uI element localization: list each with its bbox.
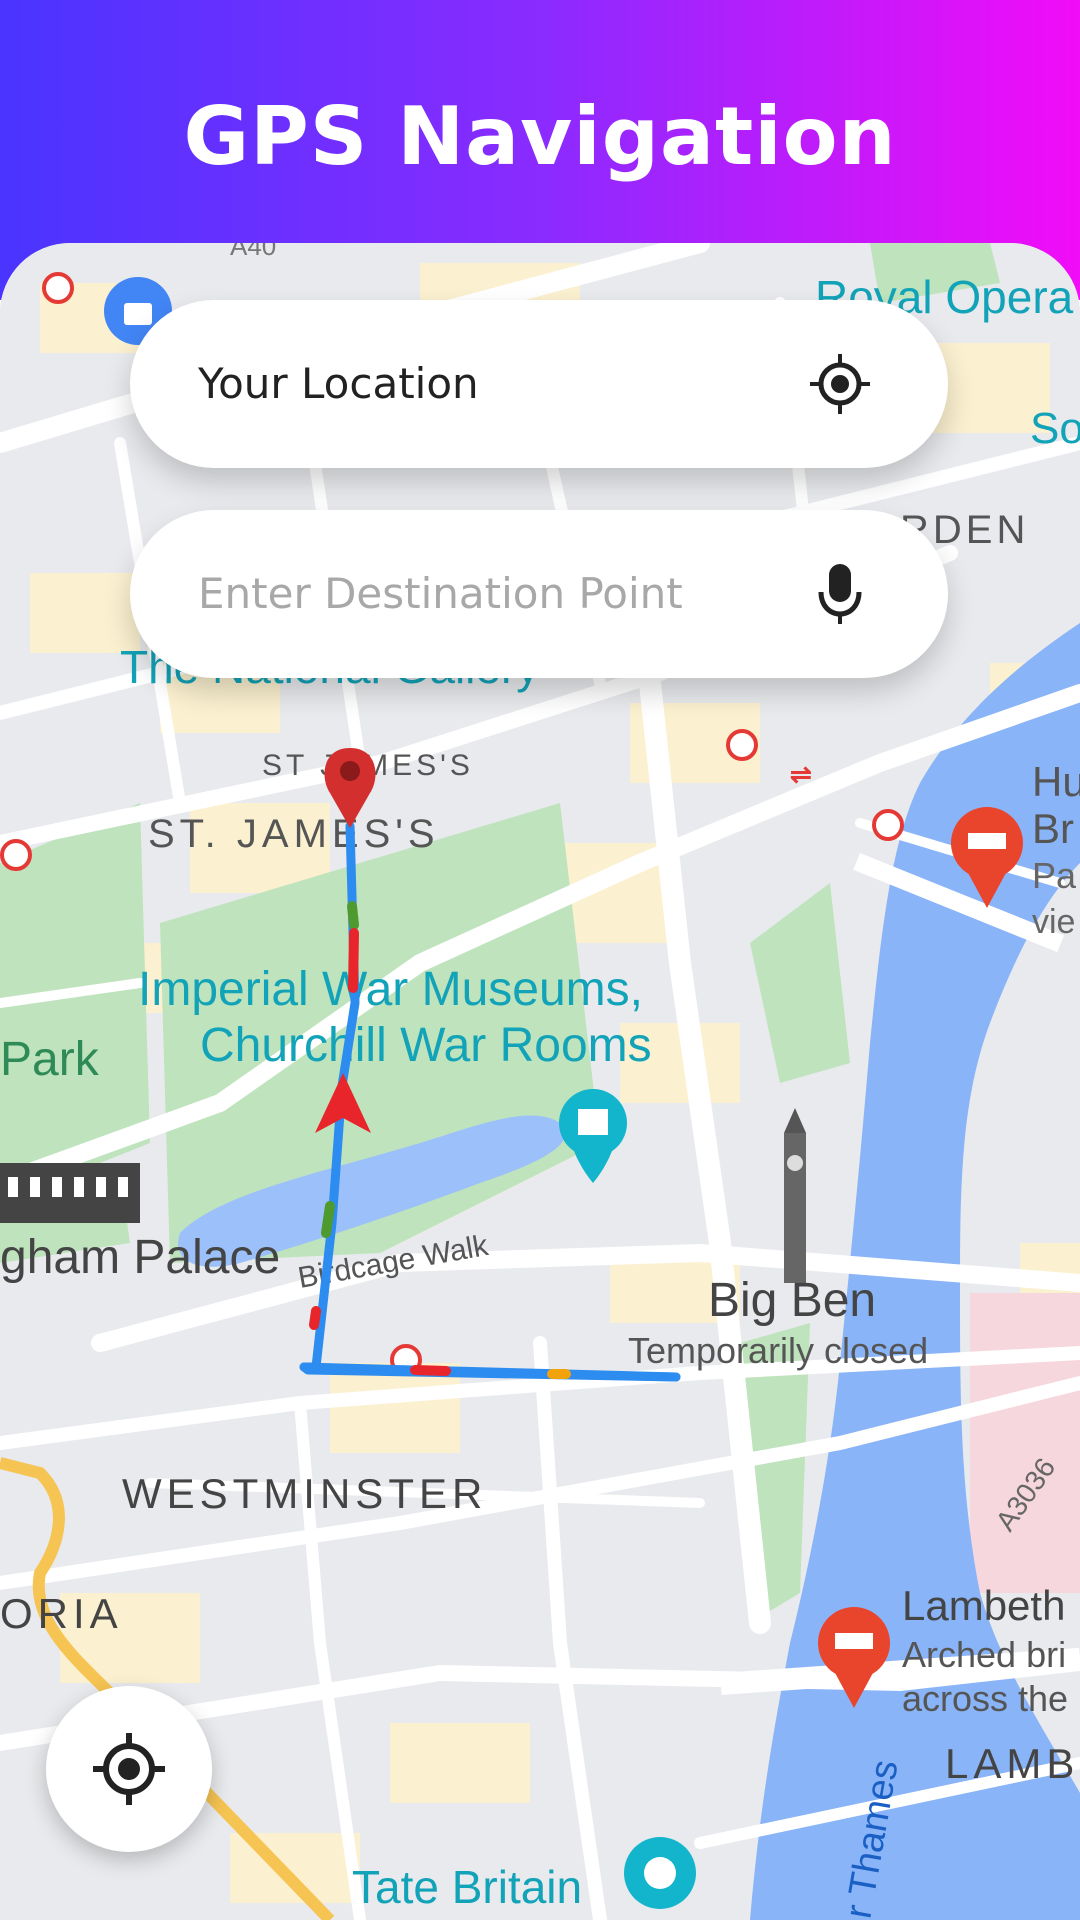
map-pink-area <box>970 1293 1080 1593</box>
label-st-james: ST. JAMES'S <box>148 812 440 856</box>
route-segment-heavy <box>348 928 359 993</box>
label-lambeth-desc-2: across the <box>902 1678 1068 1719</box>
label-palace: gham Palace <box>0 1231 280 1284</box>
label-a40: A40 <box>230 243 276 261</box>
big-ben-icon <box>784 1108 806 1283</box>
destination-field[interactable]: Enter Destination Point <box>130 510 948 678</box>
palace-icon <box>0 1163 140 1223</box>
route-segment-heavy <box>410 1365 451 1376</box>
label-big-ben: Big Ben <box>708 1274 876 1327</box>
label-park: Park <box>0 1033 100 1086</box>
route-segment-heavy <box>309 1306 321 1330</box>
label-vie: vie <box>1032 903 1075 941</box>
route-segment-light <box>347 901 359 930</box>
label-iwm-1: Imperial War Museums, <box>138 963 643 1016</box>
route-segment-light <box>321 1201 335 1238</box>
palette-icon <box>624 1837 696 1909</box>
label-so: So <box>1030 404 1080 453</box>
map-canvas[interactable]: ⇌ A40 Royal Opera So RDEN The ST JAMES'S… <box>0 243 1080 1920</box>
recenter-location-button[interactable] <box>46 1686 212 1852</box>
label-hu: Hu <box>1032 758 1080 805</box>
label-big-ben-status: Temporarily closed <box>628 1330 928 1371</box>
label-oria: ORIA <box>0 1590 123 1637</box>
map-view[interactable]: ⇌ A40 Royal Opera So RDEN The ST JAMES'S… <box>0 243 1080 1920</box>
label-pa: Pa <box>1032 855 1077 896</box>
destination-placeholder[interactable]: Enter Destination Point <box>198 510 683 678</box>
app-title: GPS Navigation <box>183 90 897 183</box>
label-lambeth-desc-1: Arched bri <box>902 1634 1066 1675</box>
label-lambeth: Lambeth <box>902 1582 1065 1629</box>
crosshair-icon[interactable] <box>808 352 872 416</box>
label-westminster: WESTMINSTER <box>122 1470 487 1517</box>
origin-location-text[interactable]: Your Location <box>198 300 479 468</box>
crosshair-icon <box>91 1731 167 1807</box>
origin-location-field[interactable]: Your Location <box>130 300 948 468</box>
label-br: Br <box>1032 805 1074 852</box>
svg-text:⇌: ⇌ <box>790 759 812 789</box>
microphone-icon[interactable] <box>808 562 872 626</box>
label-lambe: LAMBE <box>945 1740 1080 1787</box>
label-iwm-2: Churchill War Rooms <box>200 1019 652 1072</box>
label-tate: Tate Britain <box>352 1861 582 1913</box>
